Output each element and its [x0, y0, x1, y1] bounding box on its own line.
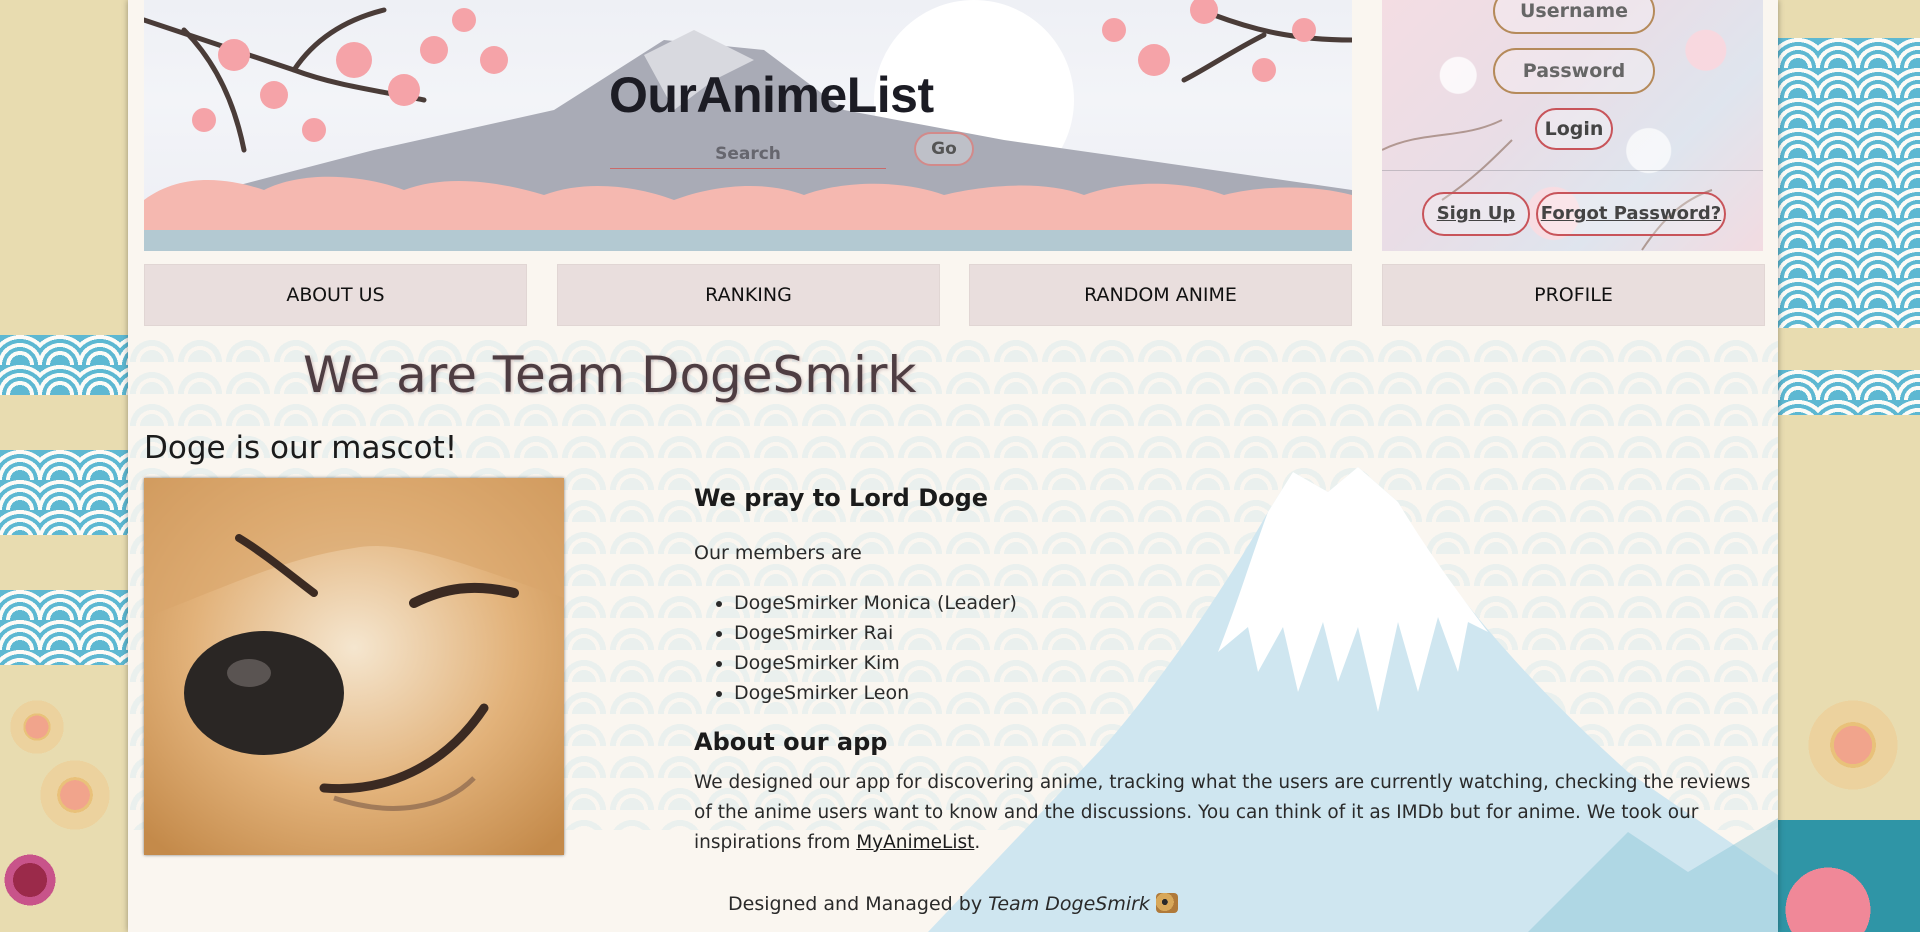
footer-prefix: Designed and Managed by [728, 893, 989, 915]
team-heading: We are Team DogeSmirk [303, 346, 917, 404]
right-decoration [1778, 0, 1920, 932]
list-item: DogeSmirker Leon [734, 678, 1017, 708]
members-list: DogeSmirker Monica (Leader) DogeSmirker … [694, 588, 1017, 708]
banner-illustration [144, 0, 1352, 251]
about-end: . [974, 832, 981, 853]
about-text: We designed our app for discovering anim… [694, 772, 1751, 853]
about-paragraph: We designed our app for discovering anim… [694, 768, 1766, 858]
username-field[interactable]: Username [1493, 0, 1655, 34]
myanimelist-link[interactable]: MyAnimeList [856, 832, 974, 853]
wave-pattern [0, 590, 128, 665]
list-item: DogeSmirker Rai [734, 618, 1017, 648]
footer: Designed and Managed by Team DogeSmirk [128, 893, 1778, 915]
list-item: DogeSmirker Monica (Leader) [734, 588, 1017, 618]
login-button[interactable]: Login [1535, 108, 1613, 150]
nav-about-us[interactable]: ABOUT US [144, 264, 527, 326]
flower-icon [1808, 700, 1898, 790]
mascot-heading: Doge is our mascot! [144, 430, 458, 466]
wave-pattern [0, 450, 128, 535]
list-item: DogeSmirker Kim [734, 648, 1017, 678]
doge-mascot-image [144, 478, 564, 855]
left-decoration [0, 0, 128, 932]
nav-ranking[interactable]: RANKING [557, 264, 940, 326]
signup-link[interactable]: Sign Up [1422, 192, 1530, 236]
pray-heading: We pray to Lord Doge [694, 484, 989, 512]
login-panel: Username Password Login Sign Up Forgot P… [1382, 0, 1763, 251]
search-input[interactable] [610, 140, 886, 169]
search-go-button[interactable]: Go [914, 132, 974, 166]
wave-pattern [1778, 38, 1920, 328]
forgot-password-link[interactable]: Forgot Password? [1536, 192, 1726, 236]
wave-pattern [0, 335, 128, 395]
wave-pattern [1778, 370, 1920, 415]
site-title[interactable]: OurAnimeList [609, 66, 934, 124]
flower-icon [40, 760, 110, 830]
main-container: OurAnimeList Go Username Password Login … [128, 0, 1778, 932]
header-banner: OurAnimeList Go [144, 0, 1352, 251]
nav-profile[interactable]: PROFILE [1382, 264, 1765, 326]
password-field[interactable]: Password [1493, 48, 1655, 94]
flower-icon [0, 850, 60, 910]
nav-random-anime[interactable]: RANDOM ANIME [969, 264, 1352, 326]
footer-team: Team DogeSmirk [988, 893, 1150, 915]
members-intro: Our members are [694, 542, 862, 564]
about-heading: About our app [694, 728, 888, 756]
divider [1382, 170, 1763, 171]
flower-icon [10, 700, 64, 754]
doge-emoji-icon [1155, 893, 1178, 913]
